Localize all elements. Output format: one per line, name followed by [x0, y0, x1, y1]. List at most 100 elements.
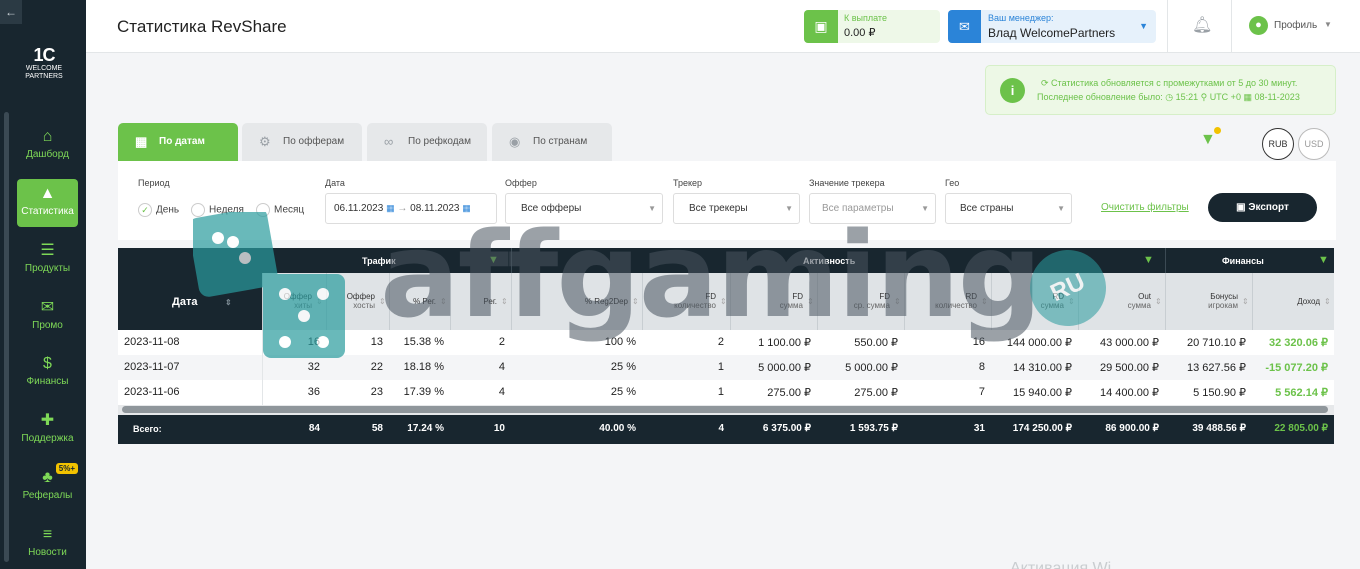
- table-cell: 8: [978, 361, 985, 373]
- profile-menu[interactable]: Профиль: [1274, 20, 1317, 31]
- globe-icon: ◉: [509, 134, 521, 149]
- period-day-label: День: [156, 204, 180, 216]
- table-cell: 14 310.00 ₽: [1013, 362, 1072, 374]
- income-cell: 32 320.06 ₽: [1269, 337, 1328, 349]
- totals-cell: 6 375.00 ₽: [762, 423, 811, 434]
- export-label: Экспорт: [1248, 202, 1289, 213]
- tab-4[interactable]: ◉ По странам: [492, 123, 612, 161]
- sort-icon[interactable]: ⇕: [1324, 297, 1331, 306]
- home-icon: ⌂: [42, 128, 53, 145]
- totals-cell: 17.24 %: [407, 423, 444, 434]
- sort-icon[interactable]: ⇕: [1155, 297, 1162, 306]
- tab-2[interactable]: ⚙ По офферам: [242, 123, 362, 161]
- table-cell: 5 150.90 ₽: [1193, 387, 1246, 399]
- table-cell: 5 000.00 ₽: [845, 362, 898, 374]
- totals-cell: 84: [308, 423, 320, 434]
- table-cell: 7: [978, 386, 985, 398]
- column-title: Бонусы: [1210, 292, 1238, 301]
- sidebar-item-1[interactable]: ⌂ Дашборд: [17, 122, 78, 170]
- scrollbar-thumb[interactable]: [122, 406, 1328, 413]
- radio-checked-icon: ✓: [138, 203, 152, 217]
- currency-rub-button[interactable]: RUB: [1262, 128, 1294, 160]
- table-cell: 15 940.00 ₽: [1013, 387, 1072, 399]
- offer-label: Оффер: [505, 178, 537, 188]
- table-cell: 29 500.00 ₽: [1100, 362, 1159, 374]
- lifebuoy-icon: ✚: [40, 412, 55, 429]
- table-cell: 43 000.00 ₽: [1100, 337, 1159, 349]
- period-label: Период: [138, 178, 170, 188]
- export-button[interactable]: ▣ Экспорт: [1208, 193, 1317, 222]
- sidebar-item-label: Дашборд: [26, 149, 69, 160]
- payout-value: 0.00 ₽: [844, 27, 876, 39]
- clear-filters-link[interactable]: Очистить фильтры: [1101, 202, 1189, 213]
- column-header-12[interactable]: Бонусы игрокам: [1165, 292, 1238, 310]
- sidebar: ← 1C WELCOME PARTNERS ⌂ Дашборд ▲ Статистик…: [0, 0, 86, 569]
- totals-cell: 10: [493, 423, 505, 434]
- currency-usd-button[interactable]: USD: [1298, 128, 1330, 160]
- sidebar-scrollbar[interactable]: [4, 112, 9, 562]
- row-date: 2023-11-06: [124, 386, 180, 398]
- tab-label: По странам: [533, 136, 588, 147]
- sidebar-item-2[interactable]: ▲ Статистика: [17, 179, 78, 227]
- sidebar-item-5[interactable]: $ Финансы: [17, 349, 78, 397]
- sidebar-item-7[interactable]: ♣ Рефералы 5%+: [17, 463, 78, 511]
- chevron-down-icon: ▼: [1139, 21, 1148, 31]
- column-title: Доход: [1297, 297, 1320, 306]
- notice-line-2: Последнее обновление было: ◷ 15:21 ⚲ UTC…: [1037, 92, 1300, 102]
- totals-cell: 40.00 %: [599, 423, 636, 434]
- brand-logo[interactable]: 1C WELCOME PARTNERS: [18, 45, 70, 91]
- sidebar-item-label: Промо: [32, 320, 63, 331]
- date-label: Дата: [325, 178, 345, 188]
- tab-label: По датам: [159, 136, 205, 147]
- tab-3[interactable]: ∞ По рефкодам: [367, 123, 487, 161]
- totals-cell: 174 250.00 ₽: [1012, 423, 1072, 434]
- megaphone-icon: ✉: [40, 299, 55, 316]
- table-cell: 36: [307, 386, 320, 398]
- manager-dropdown[interactable]: ✉ Ваш менеджер: Влад WelcomePartners ▼: [948, 10, 1156, 43]
- sidebar-item-label: Рефералы: [22, 490, 73, 501]
- sidebar-item-8[interactable]: ≡ Новости: [17, 520, 78, 568]
- sidebar-item-label: Статистика: [21, 206, 74, 217]
- page-title: Статистика RevShare: [117, 17, 287, 36]
- payout-widget[interactable]: ▣ К выплате 0.00 ₽: [804, 10, 940, 43]
- sort-icon[interactable]: ⇕: [1242, 297, 1249, 306]
- stats-icon: ▲: [39, 185, 56, 202]
- income-cell: -15 077.20 ₽: [1265, 362, 1328, 374]
- column-header-13[interactable]: Доход: [1252, 297, 1320, 306]
- chevron-down-icon[interactable]: ▼: [1324, 20, 1332, 29]
- sidebar-item-label: Поддержка: [21, 433, 74, 444]
- group-finance: Финансы: [1222, 256, 1264, 266]
- table-cell: 1: [717, 386, 724, 398]
- tab-label: По офферам: [283, 136, 345, 147]
- table-cell: 25 %: [610, 361, 636, 373]
- filter-icon[interactable]: ▼: [1143, 254, 1154, 266]
- table-cell: 17.39 %: [403, 386, 444, 398]
- sidebar-item-3[interactable]: ☰ Продукты: [17, 236, 78, 284]
- group-divider: [1165, 248, 1166, 273]
- referral-badge: 5%+: [55, 463, 78, 474]
- sidebar-item-4[interactable]: ✉ Промо: [17, 293, 78, 341]
- back-arrow-icon[interactable]: ←: [0, 0, 22, 24]
- info-icon: i: [1000, 78, 1025, 103]
- period-day-radio[interactable]: ✓ День: [138, 203, 179, 217]
- filter-icon[interactable]: ▼: [1318, 254, 1329, 266]
- divider: [1167, 0, 1168, 53]
- avatar[interactable]: ●: [1249, 16, 1268, 35]
- tab-1[interactable]: ▦ По датам: [118, 123, 238, 161]
- table-cell: 14 400.00 ₽: [1100, 387, 1159, 399]
- totals-cell: 1 593.75 ₽: [849, 423, 898, 434]
- totals-label: Всего:: [133, 424, 162, 434]
- totals-cell: 4: [718, 423, 724, 434]
- manager-label: Ваш менеджер:: [988, 13, 1054, 23]
- totals-cell: 31: [973, 423, 985, 434]
- sidebar-item-6[interactable]: ✚ Поддержка: [17, 406, 78, 454]
- manager-name: Влад WelcomePartners: [988, 26, 1116, 40]
- bell-icon[interactable]: 🔔︎: [1192, 15, 1212, 35]
- chevron-down-icon: ▼: [1057, 204, 1065, 213]
- table-cell: 25 %: [610, 386, 636, 398]
- os-activation-overlay: Активация Wi: [1010, 560, 1112, 569]
- table-cell: 22: [370, 361, 383, 373]
- filter-icon[interactable]: ▼: [1200, 131, 1216, 149]
- geo-label: Гео: [945, 178, 960, 188]
- table-cell: 32: [307, 361, 320, 373]
